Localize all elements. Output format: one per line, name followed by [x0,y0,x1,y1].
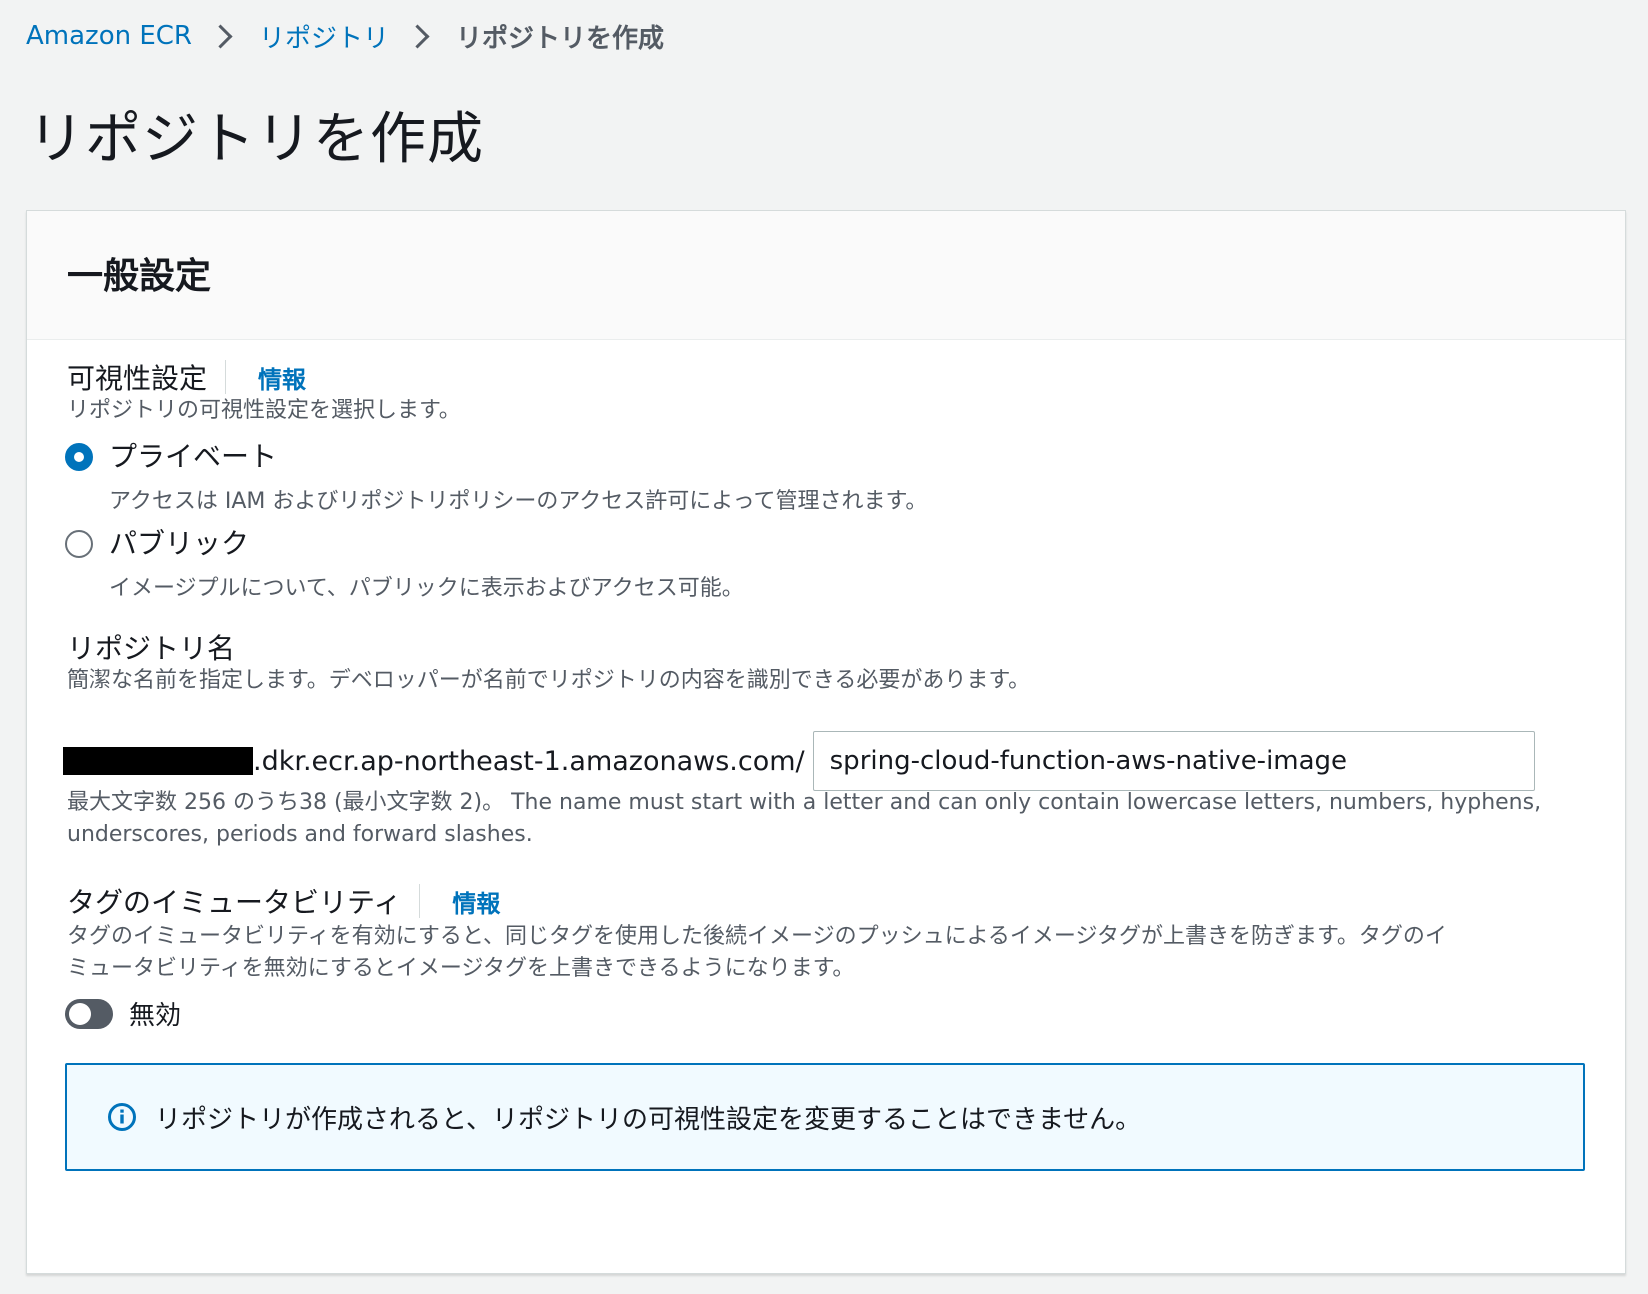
panel-title: 一般設定 [67,256,212,297]
visibility-info-link[interactable]: 情報 [258,360,306,395]
tag-immutability-field-label: タグのイミュータビリティ 情報 [67,881,500,921]
repo-name-input[interactable] [812,731,1535,791]
general-settings-panel: 一般設定 可視性設定 情報 リポジトリの可視性設定を選択します。 プライベート … [26,210,1626,1274]
visibility-field-label: 可視性設定 情報 [67,357,306,397]
visibility-info-alert: リポジトリが作成されると、リポジトリの可視性設定を変更することはできません。 [65,1063,1585,1171]
repo-uri-prefix: .dkr.ecr.ap-northeast-1.amazonaws.com/ [253,745,805,777]
toggle-knob [69,1002,91,1025]
repo-uri-row: .dkr.ecr.ap-northeast-1.amazonaws.com/ [63,731,1535,791]
info-circle-icon [108,1103,136,1131]
visibility-label: 可視性設定 [67,362,208,395]
breadcrumb-item-amazon-ecr[interactable]: Amazon ECR [26,21,192,51]
radio-private-text: プライベート アクセスは IAM およびリポジトリポリシーのアクセス許可によって… [109,439,927,515]
repo-name-constraint: 最大文字数 256 のうち38 (最小文字数 2)。 The name must… [67,787,1541,851]
chevron-right-icon [405,23,430,49]
radio-private-label: プライベート [109,440,278,473]
divider [419,884,421,918]
alert-text: リポジトリが作成されると、リポジトリの可視性設定を変更することはできません。 [155,1104,1142,1135]
tag-immutability-toggle-row[interactable]: 無効 [65,995,181,1032]
tag-immutability-description-line2: ミュータビリティを無効にするとイメージタグを上書きできるようになります。 [67,956,855,981]
repo-name-field-label: リポジトリ名 [67,627,235,667]
tag-immutability-info-link[interactable]: 情報 [452,884,500,919]
redacted-account-id [63,747,253,775]
repo-name-description: 簡潔な名前を指定します。デベロッパーが名前でリポジトリの内容を識別できる必要があ… [67,668,1031,693]
tag-immutability-toggle[interactable] [65,998,113,1029]
repo-name-constraint-line1: 最大文字数 256 のうち38 (最小文字数 2)。 The name must… [67,790,1542,815]
breadcrumb-item-current: リポジトリを作成 [456,23,665,54]
tag-immutability-label: タグのイミュータビリティ [67,886,402,919]
radio-public-label: パブリック [109,527,250,560]
chevron-right-icon [208,23,233,49]
page-title: リポジトリを作成 [28,107,484,172]
radio-checked-icon[interactable] [65,443,93,471]
radio-public-text: パブリック イメージプルについて、パブリックに表示およびアクセス可能。 [109,526,744,602]
panel-header: 一般設定 [27,211,1625,340]
tag-immutability-description-line1: タグのイミュータビリティを有効にすると、同じタグを使用した後続イメージのプッシュ… [67,924,1447,949]
repo-name-constraint-line2: underscores, periods and forward slashes… [67,822,533,847]
visibility-description: リポジトリの可視性設定を選択します。 [67,398,461,423]
radio-private-description: アクセスは IAM およびリポジトリポリシーのアクセス許可によって管理されます。 [109,489,928,514]
radio-public-description: イメージプルについて、パブリックに表示およびアクセス可能。 [109,576,744,601]
divider [225,360,227,394]
breadcrumb-item-repositories[interactable]: リポジトリ [259,18,389,55]
radio-private[interactable]: プライベート アクセスは IAM およびリポジトリポリシーのアクセス許可によって… [65,439,927,515]
radio-public[interactable]: パブリック イメージプルについて、パブリックに表示およびアクセス可能。 [65,526,744,602]
tag-immutability-toggle-label: 無効 [129,1001,182,1031]
repo-name-label: リポジトリ名 [67,632,236,665]
radio-unchecked-icon[interactable] [65,530,93,558]
tag-immutability-description: タグのイミュータビリティを有効にすると、同じタグを使用した後続イメージのプッシュ… [67,921,1447,985]
breadcrumb: Amazon ECR リポジトリ リポジトリを作成 [26,14,664,58]
